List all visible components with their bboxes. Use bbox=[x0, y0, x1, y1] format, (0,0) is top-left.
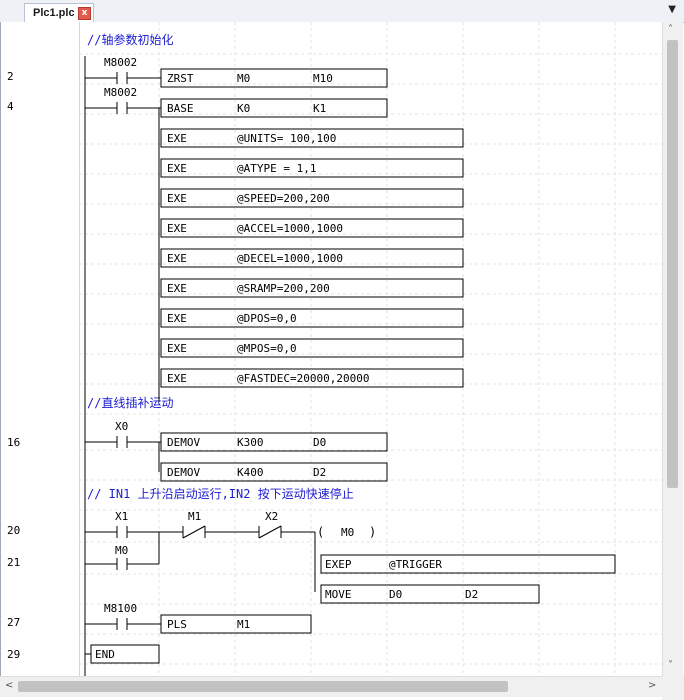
instruction-op[interactable]: ZRST bbox=[167, 72, 194, 85]
scrollbar-corner bbox=[662, 676, 684, 700]
contact-label[interactable]: X2 bbox=[265, 510, 278, 523]
coil-label: M0 bbox=[341, 526, 354, 539]
instruction-arg[interactable]: @DECEL=1000,1000 bbox=[237, 252, 343, 265]
instruction-arg[interactable]: D2 bbox=[313, 466, 326, 479]
instruction-op[interactable]: EXE bbox=[167, 342, 187, 355]
instruction-arg[interactable]: M1 bbox=[237, 618, 250, 631]
instruction-arg[interactable]: @DPOS=0,0 bbox=[237, 312, 297, 325]
tab-bar: Plc1.plc x ▼ bbox=[0, 0, 684, 23]
instruction-op[interactable]: EXE bbox=[167, 372, 187, 385]
comment-start-stop[interactable]: // IN1 上升沿启动运行,IN2 按下运动快速停止 bbox=[87, 486, 354, 501]
instruction-op[interactable]: DEMOV bbox=[167, 436, 200, 449]
instruction-arg[interactable]: @SPEED=200,200 bbox=[237, 192, 330, 205]
close-icon[interactable]: x bbox=[78, 7, 91, 20]
plc-editor-window: Plc1.plc x ▼ 2 4 16 20 21 27 29 //轴参数初始化… bbox=[0, 0, 684, 700]
horizontal-scroll-thumb[interactable] bbox=[18, 681, 508, 692]
instruction-arg[interactable]: D0 bbox=[389, 588, 402, 601]
instruction-arg[interactable]: @ATYPE = 1,1 bbox=[237, 162, 316, 175]
comment-axis-init[interactable]: //轴参数初始化 bbox=[87, 32, 173, 47]
scroll-down-icon[interactable]: ˅ bbox=[668, 660, 673, 671]
vertical-scroll-thumb[interactable] bbox=[667, 40, 678, 488]
instruction-arg[interactable]: M10 bbox=[313, 72, 333, 85]
instruction-op[interactable]: MOVE bbox=[325, 588, 352, 601]
instruction-arg[interactable]: D0 bbox=[313, 436, 326, 449]
instruction-op[interactable]: PLS bbox=[167, 618, 187, 631]
contact-label[interactable]: M0 bbox=[115, 544, 128, 557]
instruction-arg[interactable]: @FASTDEC=20000,20000 bbox=[237, 372, 369, 385]
scroll-up-icon[interactable]: ˄ bbox=[668, 24, 673, 35]
contact-label[interactable]: M8002 bbox=[104, 56, 137, 69]
instruction-op[interactable]: EXE bbox=[167, 192, 187, 205]
contact-label[interactable]: M8100 bbox=[104, 602, 137, 615]
instruction-arg[interactable]: M0 bbox=[237, 72, 250, 85]
instruction-op[interactable]: EXE bbox=[167, 222, 187, 235]
contact-label[interactable]: M1 bbox=[188, 510, 201, 523]
tab-title: Plc1.plc bbox=[33, 7, 75, 19]
scroll-right-icon[interactable]: > bbox=[648, 680, 656, 691]
instruction-op[interactable]: BASE bbox=[167, 102, 194, 115]
instruction-arg[interactable]: @SRAMP=200,200 bbox=[237, 282, 330, 295]
horizontal-scrollbar[interactable]: < > bbox=[0, 676, 662, 697]
instruction-op[interactable]: EXEP bbox=[325, 558, 352, 571]
instruction-op[interactable]: END bbox=[95, 648, 115, 661]
ladder-diagram: //轴参数初始化 //直线插补运动 // IN1 上升沿启动运行,IN2 按下运… bbox=[79, 22, 663, 676]
tab-plc1[interactable]: Plc1.plc x bbox=[24, 3, 94, 22]
tab-list-dropdown-icon[interactable]: ▼ bbox=[668, 4, 676, 15]
contact-label[interactable]: M8002 bbox=[104, 86, 137, 99]
instruction-arg[interactable]: K400 bbox=[237, 466, 264, 479]
instruction-op[interactable]: EXE bbox=[167, 132, 187, 145]
instruction-op[interactable]: EXE bbox=[167, 312, 187, 325]
svg-text:): ) bbox=[369, 525, 376, 539]
instruction-arg[interactable]: @TRIGGER bbox=[389, 558, 442, 571]
instruction-arg[interactable]: K1 bbox=[313, 102, 326, 115]
instruction-op[interactable]: EXE bbox=[167, 252, 187, 265]
instruction-op[interactable]: DEMOV bbox=[167, 466, 200, 479]
svg-text:(: ( bbox=[317, 525, 324, 539]
instruction-op[interactable]: EXE bbox=[167, 162, 187, 175]
instruction-op[interactable]: EXE bbox=[167, 282, 187, 295]
ladder-editor[interactable]: 2 4 16 20 21 27 29 //轴参数初始化 //直线插补运动 // … bbox=[0, 22, 663, 676]
instruction-arg[interactable]: K300 bbox=[237, 436, 264, 449]
instruction-arg[interactable]: @ACCEL=1000,1000 bbox=[237, 222, 343, 235]
comment-linear-interp[interactable]: //直线插补运动 bbox=[87, 396, 173, 410]
scroll-left-icon[interactable]: < bbox=[5, 680, 13, 691]
instruction-arg[interactable]: K0 bbox=[237, 102, 250, 115]
output-coil[interactable]: ( M0 ) bbox=[317, 525, 376, 539]
contact-label[interactable]: X1 bbox=[115, 510, 128, 523]
instruction-arg[interactable]: D2 bbox=[465, 588, 478, 601]
instruction-arg[interactable]: @UNITS= 100,100 bbox=[237, 132, 336, 145]
vertical-scrollbar[interactable]: ˄ ˅ bbox=[662, 22, 683, 676]
contact-label[interactable]: X0 bbox=[115, 420, 128, 433]
instruction-arg[interactable]: @MPOS=0,0 bbox=[237, 342, 297, 355]
